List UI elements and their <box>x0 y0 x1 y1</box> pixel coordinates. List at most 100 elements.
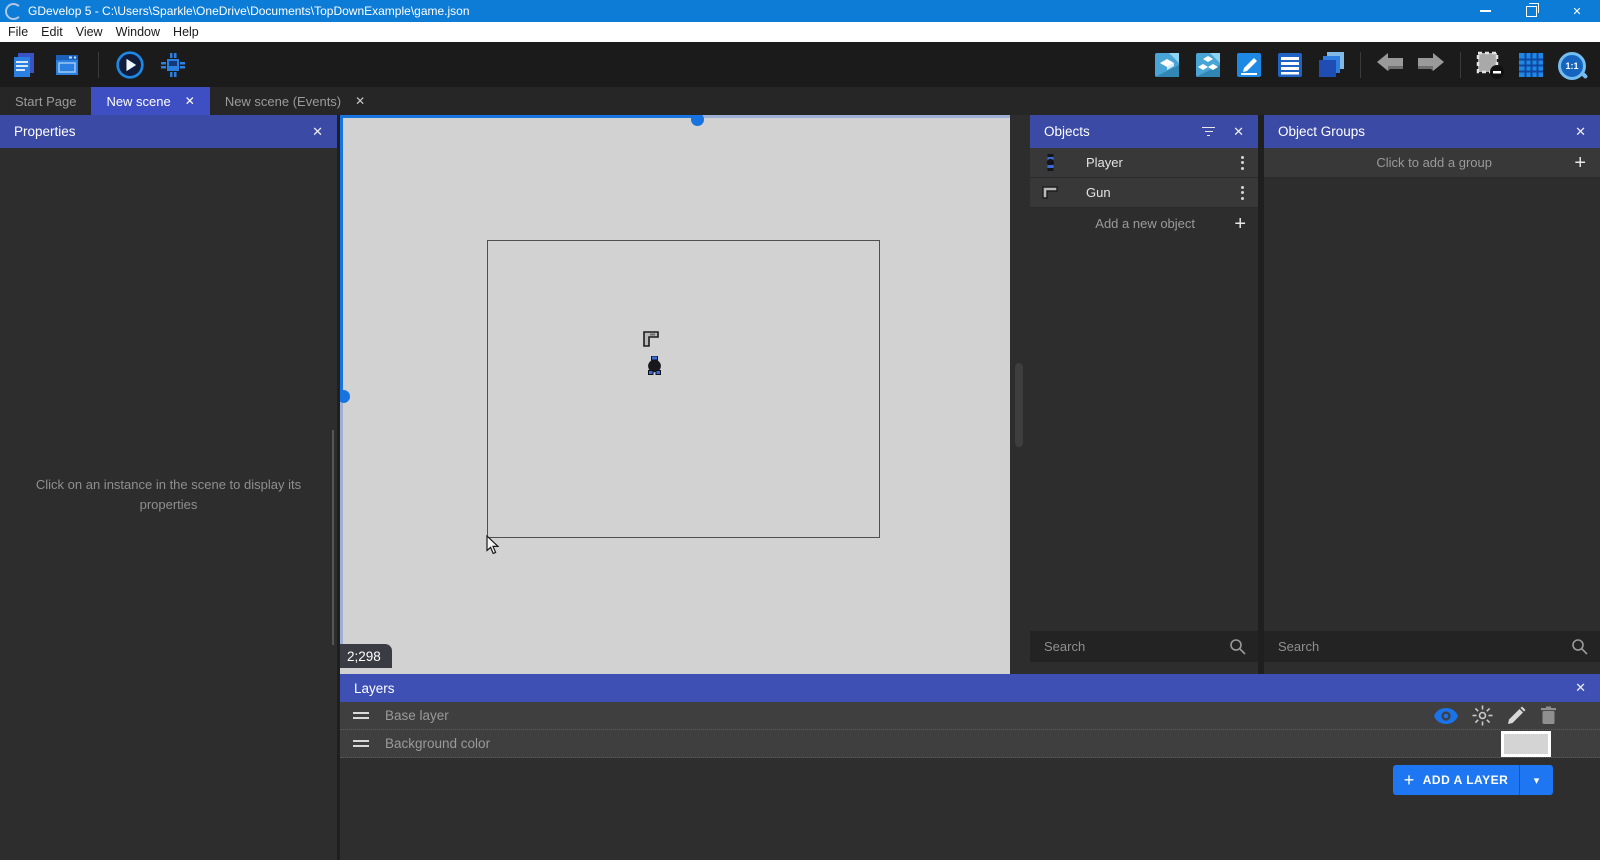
add-group-button[interactable]: Click to add a group + <box>1264 148 1600 178</box>
vertical-scroll-thumb[interactable] <box>340 390 350 403</box>
close-icon[interactable]: ✕ <box>185 94 195 108</box>
object-groups-panel: Object Groups ✕ Click to add a group + <box>1264 115 1600 674</box>
delete-layer-trash-icon[interactable] <box>1540 706 1557 725</box>
menu-help[interactable]: Help <box>173 25 210 39</box>
objects-panel: Objects ✕ Player Gun Add a new object + <box>1030 115 1258 674</box>
layer-row-base-layer[interactable]: Base layer <box>340 702 1600 730</box>
restore-icon <box>1525 3 1539 17</box>
zoom-1-1-icon[interactable]: 1:1 <box>1557 50 1589 80</box>
kebab-menu-icon[interactable] <box>1237 152 1248 174</box>
redo-icon[interactable] <box>1416 50 1446 80</box>
scrollbar[interactable] <box>332 430 334 645</box>
undo-icon[interactable] <box>1375 50 1405 80</box>
properties-title: Properties <box>14 124 76 139</box>
gdevelop-logo-icon <box>5 2 22 20</box>
horizontal-scroll-thumb[interactable] <box>691 115 704 126</box>
add-a-layer-label: ADD A LAYER <box>1422 773 1509 787</box>
deselect-instances-icon[interactable] <box>1475 50 1505 80</box>
window-controls: ✕ <box>1462 0 1600 22</box>
add-new-object-label: Add a new object <box>1095 216 1196 231</box>
player-sprite-icon <box>1040 154 1060 171</box>
objects-search-input[interactable] <box>1042 638 1229 655</box>
edit-layer-pencil-icon[interactable] <box>1507 706 1526 725</box>
grid-icon[interactable] <box>1516 50 1546 80</box>
add-a-layer-button[interactable]: + ADD A LAYER ▾ <box>1393 765 1553 795</box>
menu-edit[interactable]: Edit <box>41 25 74 39</box>
mouse-cursor-icon <box>486 534 500 560</box>
player-instance[interactable] <box>647 355 662 380</box>
editor-tabs: Start Page New scene ✕ New scene (Events… <box>0 87 1600 115</box>
tab-label: New scene (Events) <box>224 93 342 109</box>
background-color-swatch[interactable] <box>1501 730 1551 757</box>
vertical-scrollbar[interactable] <box>340 403 343 663</box>
close-icon[interactable]: ✕ <box>355 94 365 108</box>
close-icon[interactable]: ✕ <box>1233 124 1244 140</box>
close-icon[interactable]: ✕ <box>1575 680 1586 696</box>
close-icon[interactable]: ✕ <box>312 124 323 140</box>
groups-search-input[interactable] <box>1276 638 1571 655</box>
restore-button[interactable] <box>1508 0 1554 22</box>
menu-window[interactable]: Window <box>116 25 171 39</box>
scrollbar-thumb[interactable] <box>1015 363 1023 447</box>
window-title: GDevelop 5 - C:\Users\Sparkle\OneDrive\D… <box>28 4 470 18</box>
close-icon: ✕ <box>1572 5 1582 18</box>
cursor-coordinates-badge: 2;298 <box>340 644 392 668</box>
zoom-ratio-label: 1:1 <box>1565 60 1579 71</box>
drag-handle-icon[interactable] <box>353 709 369 722</box>
object-item-player[interactable]: Player <box>1030 148 1258 178</box>
visibility-eye-icon[interactable] <box>1434 707 1458 724</box>
properties-header: Properties ✕ <box>0 115 337 148</box>
vertical-scrollbar[interactable] <box>340 115 343 391</box>
toolbar-separator <box>1360 51 1361 78</box>
gdevelop-window: GDevelop 5 - C:\Users\Sparkle\OneDrive\D… <box>0 0 1600 860</box>
gun-instance[interactable] <box>641 331 659 354</box>
plus-icon: + <box>1403 770 1415 790</box>
layer-effects-icon[interactable] <box>1472 705 1493 726</box>
objects-header: Objects ✕ <box>1030 115 1258 148</box>
drag-handle-icon[interactable] <box>353 737 369 750</box>
close-button[interactable]: ✕ <box>1554 0 1600 22</box>
objects-search-bar <box>1030 631 1258 662</box>
layers-header: Layers ✕ <box>340 674 1600 702</box>
gun-sprite-icon <box>1040 186 1060 199</box>
tab-new-scene[interactable]: New scene ✕ <box>91 87 210 115</box>
scene-canvas[interactable]: 2;298 <box>340 115 1028 674</box>
horizontal-scrollbar[interactable] <box>697 115 1010 118</box>
object-item-gun[interactable]: Gun <box>1030 178 1258 208</box>
play-preview-icon[interactable] <box>115 50 145 80</box>
menu-file[interactable]: File <box>8 25 39 39</box>
layer-row-background-color[interactable]: Background color <box>340 730 1600 758</box>
kebab-menu-icon[interactable] <box>1237 182 1248 204</box>
debug-icon[interactable] <box>158 50 188 80</box>
tab-start-page[interactable]: Start Page <box>0 87 91 115</box>
toolbar: 1:1 <box>0 42 1600 87</box>
object-name: Gun <box>1086 185 1111 200</box>
project-manager-icon[interactable] <box>9 50 39 80</box>
filter-icon[interactable] <box>1202 126 1216 137</box>
tab-label: Start Page <box>15 93 77 109</box>
object-groups-editor-icon[interactable] <box>1193 50 1223 80</box>
menu-view[interactable]: View <box>76 25 114 39</box>
add-group-label: Click to add a group <box>1376 155 1492 170</box>
instances-list-icon[interactable] <box>1275 50 1305 80</box>
groups-search-bar <box>1264 631 1600 662</box>
edit-scene-properties-icon[interactable] <box>1234 50 1264 80</box>
properties-panel: Properties ✕ Click on an instance in the… <box>0 115 337 860</box>
close-icon[interactable]: ✕ <box>1575 124 1586 140</box>
object-groups-header: Object Groups ✕ <box>1264 115 1600 148</box>
tab-new-scene-events[interactable]: New scene (Events) ✕ <box>210 87 380 115</box>
horizontal-scrollbar[interactable] <box>340 115 697 118</box>
add-new-object-button[interactable]: Add a new object + <box>1030 208 1258 239</box>
chevron-down-icon[interactable]: ▾ <box>1520 765 1553 795</box>
start-page-icon[interactable] <box>52 50 82 80</box>
canvas-right-gutter <box>1010 115 1028 674</box>
layers-editor-icon[interactable] <box>1316 50 1346 80</box>
titlebar: GDevelop 5 - C:\Users\Sparkle\OneDrive\D… <box>0 0 1600 22</box>
scene-window-bounds <box>487 240 880 538</box>
objects-editor-icon[interactable] <box>1152 50 1182 80</box>
objects-title: Objects <box>1044 124 1090 139</box>
layer-name: Background color <box>385 736 491 751</box>
object-name: Player <box>1086 155 1123 170</box>
minimize-icon <box>1479 10 1491 12</box>
minimize-button[interactable] <box>1462 0 1508 22</box>
